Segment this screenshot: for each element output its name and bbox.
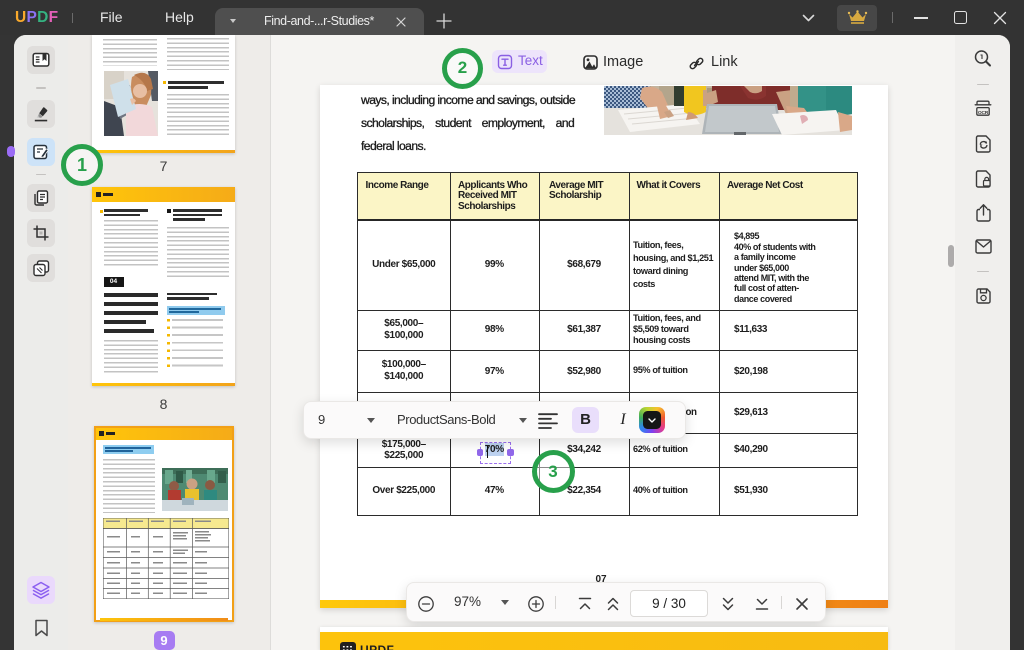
svg-text:OCR: OCR	[978, 110, 989, 116]
